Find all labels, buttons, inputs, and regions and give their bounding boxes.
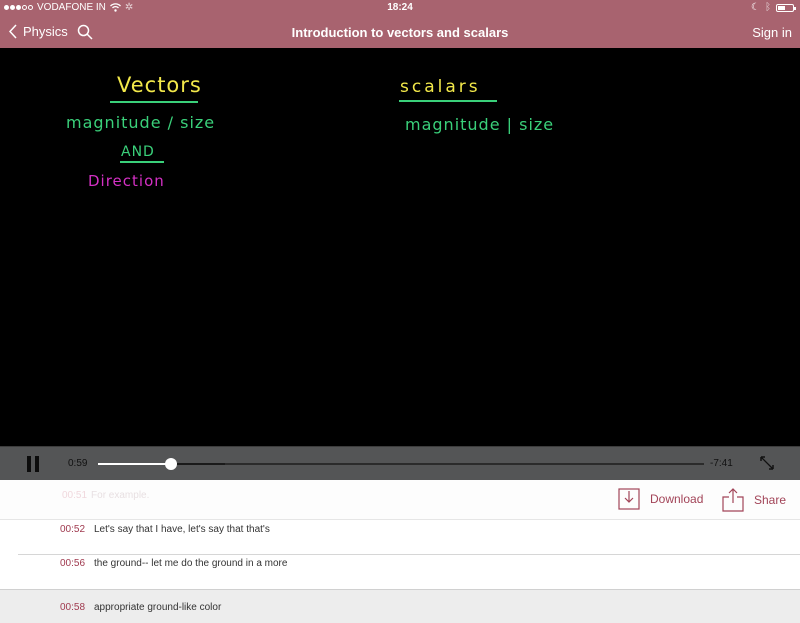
played-progress [98, 463, 171, 465]
share-icon [722, 488, 744, 512]
board-scalars-magnitude: magnitude | size [405, 115, 555, 134]
download-label: Download [650, 492, 704, 506]
pause-icon-bar [35, 456, 39, 472]
transcript-list: 00:52 Let's say that I have, let's say t… [0, 521, 800, 623]
transcript-faded-line: 00:51 For example. [62, 490, 149, 501]
transcript-time: 00:58 [60, 602, 86, 613]
seek-bar[interactable] [98, 458, 704, 470]
status-bar: VODAFONE IN ✲ 18:24 ☾ ᛒ [0, 0, 800, 16]
download-button[interactable]: Download [618, 488, 703, 510]
pause-button[interactable] [27, 456, 39, 472]
share-button[interactable]: Share [722, 488, 786, 512]
app-header: VODAFONE IN ✲ 18:24 ☾ ᛒ Physics Introduc… [0, 0, 800, 48]
board-scalars-underline [399, 100, 497, 102]
pause-icon-bar [27, 456, 31, 472]
sign-in-button[interactable]: Sign in [752, 25, 792, 40]
board-direction: Direction [88, 172, 165, 190]
fullscreen-button[interactable] [760, 456, 774, 475]
status-right: ☾ ᛒ [751, 2, 796, 13]
board-and: AND [121, 144, 155, 160]
board-vectors-heading: Vectors [117, 73, 202, 97]
transcript-text: For example. [91, 490, 150, 501]
transcript-time: 00:52 [60, 524, 86, 535]
transcript-row[interactable]: 00:52 Let's say that I have, let's say t… [0, 521, 800, 555]
transcript-time: 00:56 [60, 558, 86, 569]
nav-bar: Physics Introduction to vectors and scal… [0, 20, 800, 46]
action-bar: 00:51 For example. Download Share [0, 480, 800, 520]
transcript-text: Let's say that I have, let's say that th… [94, 524, 270, 535]
current-time: 0:59 [68, 458, 88, 469]
transcript-row-current[interactable]: 00:58 appropriate ground-like color [0, 589, 800, 623]
battery-icon [776, 3, 796, 12]
do-not-disturb-moon-icon: ☾ [751, 2, 760, 13]
expand-arrows-icon [760, 456, 774, 470]
transcript-text: appropriate ground-like color [94, 602, 222, 613]
transcript-text: the ground-- let me do the ground in a m… [94, 558, 288, 569]
remaining-time: -7:41 [710, 458, 733, 469]
seek-thumb[interactable] [164, 458, 177, 470]
board-vectors-underline [110, 101, 198, 103]
battery-level [778, 5, 785, 10]
video-player[interactable]: Vectors magnitude / size AND Direction s… [0, 48, 800, 446]
page-title: Introduction to vectors and scalars [291, 25, 509, 40]
download-icon [618, 488, 640, 510]
status-time: 18:24 [387, 2, 413, 13]
player-controls: 0:59 -7:41 [0, 446, 800, 480]
bluetooth-icon: ᛒ [765, 2, 771, 13]
board-and-underline [120, 161, 164, 163]
transcript-time: 00:51 [62, 490, 88, 501]
board-scalars-heading: scalars [400, 77, 481, 97]
share-label: Share [754, 493, 787, 507]
transcript-row[interactable]: 00:56 the ground-- let me do the ground … [0, 555, 800, 589]
board-vectors-magnitude: magnitude / size [66, 113, 216, 132]
